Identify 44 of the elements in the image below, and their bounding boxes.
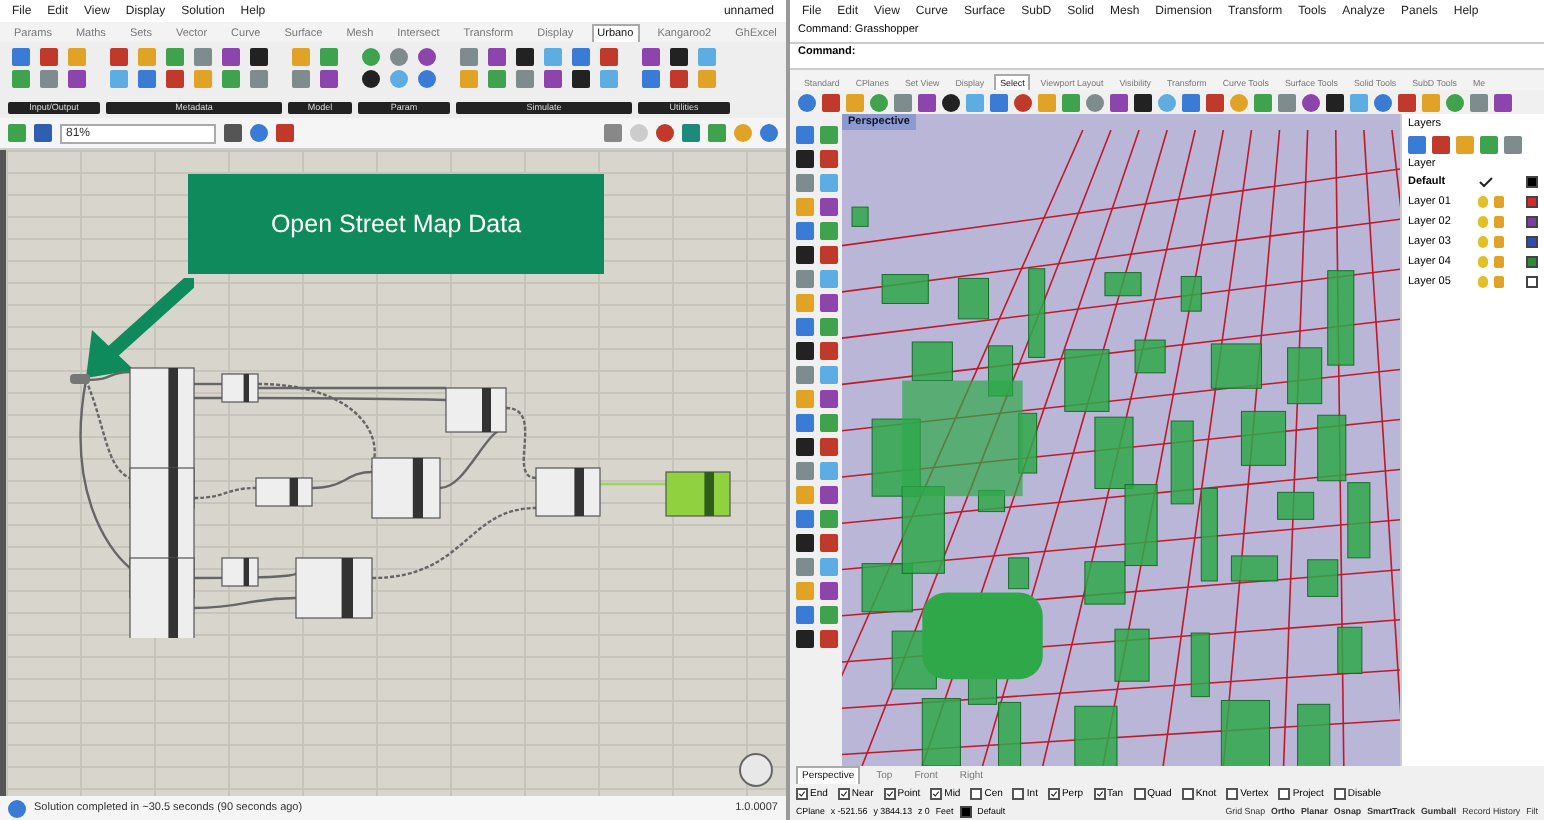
parameter-node[interactable] xyxy=(70,374,90,384)
open-icon[interactable] xyxy=(8,124,26,142)
layer-color[interactable] xyxy=(1526,175,1538,187)
brush-icon[interactable] xyxy=(276,124,294,142)
layer-color[interactable] xyxy=(1526,215,1538,227)
wire xyxy=(600,482,666,486)
navigation-icon[interactable] xyxy=(738,752,774,788)
save-icon[interactable] xyxy=(34,124,52,142)
component-node[interactable] xyxy=(535,467,601,517)
layer-color[interactable] xyxy=(1526,275,1538,287)
eye-icon[interactable] xyxy=(250,124,268,142)
osnap-checkbox[interactable] xyxy=(1333,787,1346,799)
osnap-checkbox[interactable] xyxy=(1226,787,1239,799)
component-node[interactable] xyxy=(665,471,731,517)
component-node[interactable] xyxy=(129,557,195,638)
info-icon xyxy=(8,799,26,817)
osnap-checkbox[interactable] xyxy=(1133,787,1146,799)
component-node[interactable] xyxy=(221,373,259,403)
layer-color[interactable] xyxy=(1526,195,1538,207)
zoom-extents-icon[interactable] xyxy=(224,124,242,142)
component-node[interactable] xyxy=(255,477,313,507)
osnap-checkbox[interactable] xyxy=(970,787,983,799)
osnap-checkbox[interactable] xyxy=(883,787,896,799)
callout-label: Open Street Map Data xyxy=(188,174,604,274)
osnap-checkbox[interactable] xyxy=(1012,787,1025,799)
component-node[interactable] xyxy=(371,457,441,519)
wire xyxy=(194,571,298,580)
osnap-checkbox[interactable] xyxy=(1047,787,1060,799)
layer-color[interactable] xyxy=(1526,255,1538,267)
osnap-checkbox[interactable] xyxy=(1093,787,1106,799)
osnap-checkbox[interactable] xyxy=(796,787,808,799)
wire xyxy=(193,596,297,610)
layer-color xyxy=(959,805,972,817)
osnap-checkbox[interactable] xyxy=(1181,787,1194,799)
arrow xyxy=(86,278,194,378)
osnap-checkbox[interactable] xyxy=(1278,787,1291,799)
wire xyxy=(194,382,222,386)
wire xyxy=(193,486,257,500)
osnap-checkbox[interactable] xyxy=(930,787,943,799)
component-node[interactable] xyxy=(295,557,373,619)
component-node[interactable] xyxy=(221,557,259,587)
osnap-checkbox[interactable] xyxy=(837,787,850,799)
component-node[interactable] xyxy=(445,387,507,433)
layer-color[interactable] xyxy=(1526,235,1538,247)
